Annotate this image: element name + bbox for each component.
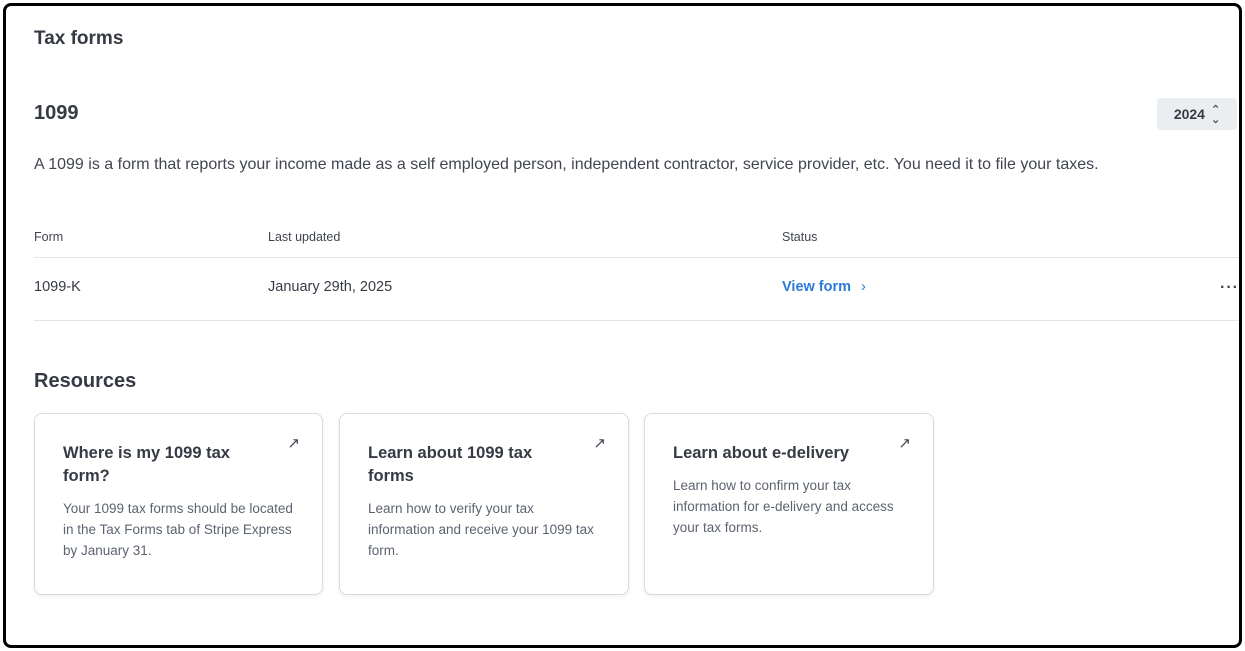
chevron-up-down-icon: ⌃ ⌃ <box>1210 104 1221 125</box>
forms-table: Form Last updated Status 1099-K January … <box>34 216 1239 321</box>
resource-card-where-is-my-1099[interactable]: ↗ Where is my 1099 tax form? Your 1099 t… <box>34 413 323 595</box>
tax-forms-panel: Tax forms 1099 2024 ⌃ ⌃ A 1099 is a form … <box>3 3 1242 648</box>
external-arrow-icon: ↗ <box>593 435 606 452</box>
resource-card-learn-about-1099[interactable]: ↗ Learn about 1099 tax forms Learn how t… <box>339 413 629 595</box>
view-form-link[interactable]: View form › <box>782 279 866 295</box>
external-arrow-icon: ↗ <box>287 435 300 452</box>
year-select-value: 2024 <box>1173 106 1205 122</box>
resource-card-e-delivery[interactable]: ↗ Learn about e-delivery Learn how to co… <box>644 413 934 595</box>
card-title: Learn about 1099 tax forms <box>368 444 533 485</box>
resources-title: Resources <box>34 370 137 392</box>
last-updated-cell: January 29th, 2025 <box>268 279 393 295</box>
form-cell: 1099-K <box>34 279 81 295</box>
card-body: Learn how to confirm your tax informatio… <box>673 478 894 535</box>
column-header-status: Status <box>782 230 818 244</box>
year-select[interactable]: 2024 ⌃ ⌃ <box>1157 98 1237 130</box>
column-header-last-updated: Last updated <box>268 230 341 244</box>
view-form-label: View form <box>782 279 852 295</box>
card-body: Your 1099 tax forms should be located in… <box>63 501 293 558</box>
card-title: Learn about e-delivery <box>673 444 850 462</box>
chevron-right-icon: › <box>861 279 866 295</box>
table-header: Form Last updated Status <box>34 216 1239 258</box>
section-title-1099: 1099 <box>34 102 79 124</box>
card-title: Where is my 1099 tax form? <box>63 444 230 485</box>
table-row: 1099-K January 29th, 2025 View form › ··· <box>34 258 1239 321</box>
page-title: Tax forms <box>34 28 124 49</box>
more-options-button[interactable]: ··· <box>1215 279 1239 303</box>
section-description: A 1099 is a form that reports your incom… <box>34 156 1099 173</box>
external-arrow-icon: ↗ <box>898 435 911 452</box>
column-header-form: Form <box>34 230 64 244</box>
card-body: Learn how to verify your tax information… <box>368 501 594 558</box>
